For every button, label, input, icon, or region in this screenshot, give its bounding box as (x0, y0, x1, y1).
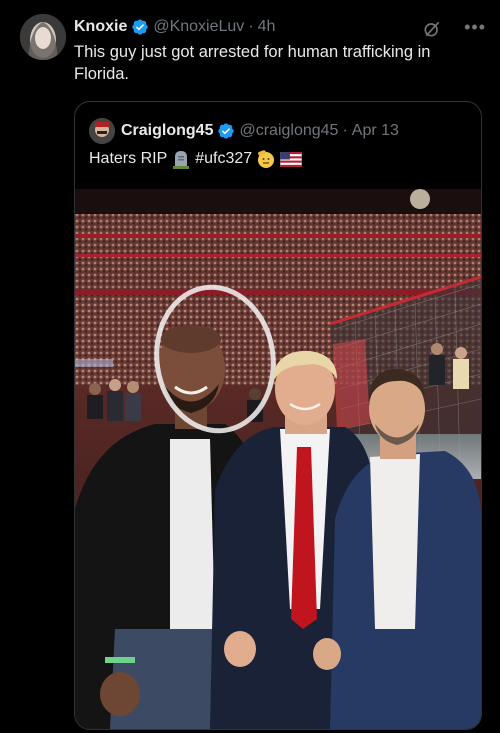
quoted-author-avatar[interactable] (89, 118, 115, 144)
verified-badge-icon (132, 19, 149, 35)
quoted-author-handle[interactable]: @craiglong45 (239, 122, 338, 140)
tweet-text: This guy just got arrested for human tra… (74, 43, 431, 83)
author-handle[interactable]: @KnoxieLuv (153, 18, 244, 36)
quoted-tweet-card[interactable]: Craiglong45 @craiglong45 · Apr 13 Haters… (74, 101, 482, 730)
quoted-tweet-header: Craiglong45 @craiglong45 · Apr 13 (89, 118, 471, 144)
quoted-tweet-date[interactable]: Apr 13 (352, 122, 399, 140)
quoted-tweet-text: Haters RIP #ufc327 (89, 149, 302, 169)
grok-icon[interactable] (422, 19, 442, 39)
headstone-icon (173, 151, 190, 169)
separator-dot: · (342, 122, 348, 139)
separator-dot: · (248, 18, 254, 35)
us-flag-icon (280, 151, 302, 167)
quoted-author-name[interactable]: Craiglong45 (121, 122, 213, 140)
author-name[interactable]: Knoxie (74, 18, 127, 36)
arena-photo[interactable] (75, 189, 481, 729)
tweet-header: Knoxie @KnoxieLuv · 4h ••• (74, 16, 486, 38)
saluting-face-icon (258, 150, 275, 168)
tweet-timestamp[interactable]: 4h (258, 18, 276, 36)
more-options-icon[interactable]: ••• (464, 17, 486, 38)
author-avatar[interactable] (20, 14, 66, 60)
hashtag-link[interactable]: #ufc327 (195, 150, 252, 168)
verified-badge-icon (218, 123, 235, 139)
quoted-text-prefix: Haters RIP (89, 150, 168, 167)
